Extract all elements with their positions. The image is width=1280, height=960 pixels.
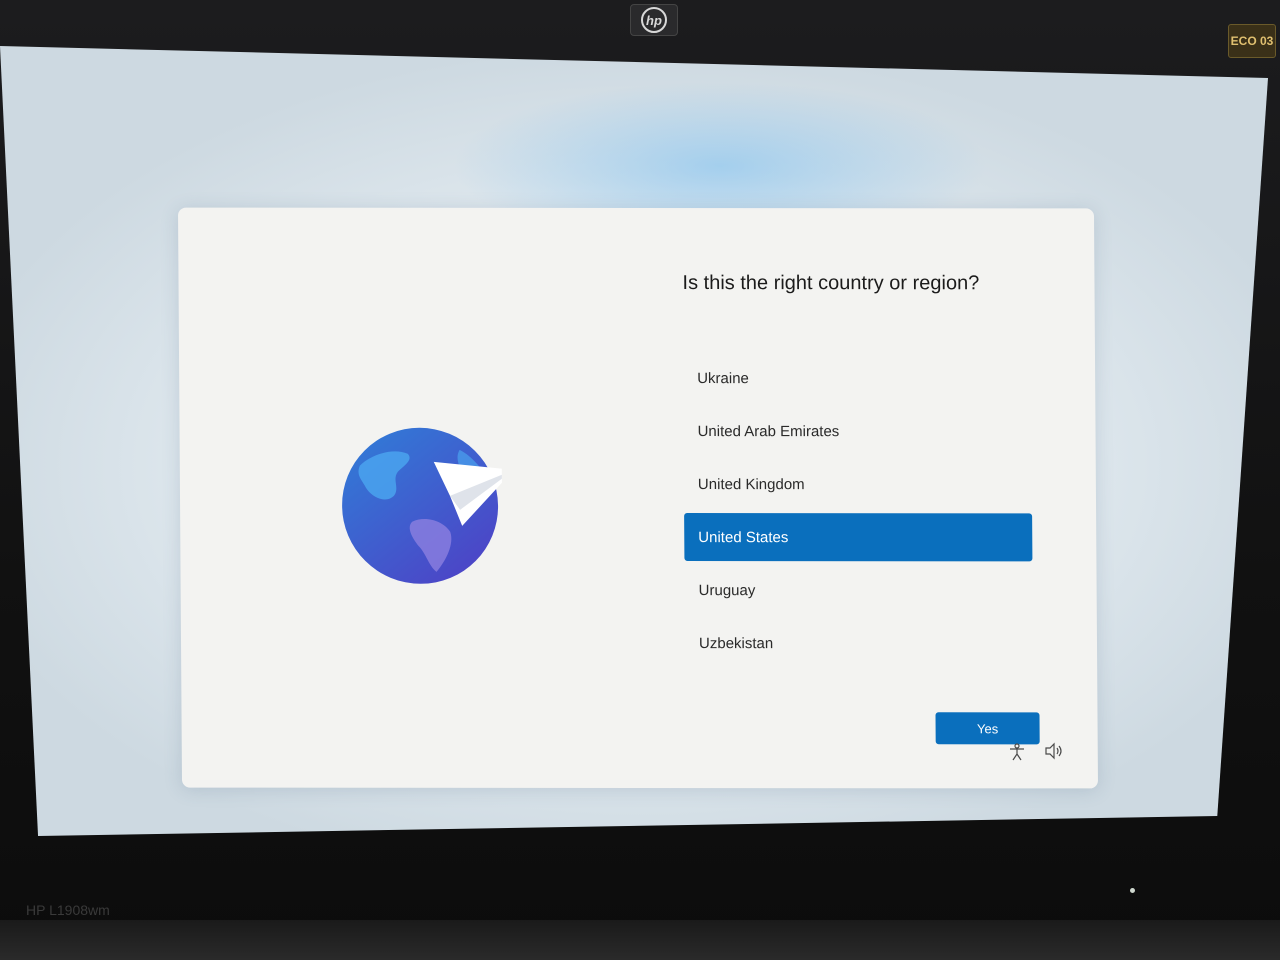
globe-icon bbox=[342, 427, 503, 584]
country-option-selected[interactable]: United States bbox=[684, 513, 1033, 562]
screen: Is this the right country or region? Ukr… bbox=[0, 46, 1268, 836]
country-option[interactable]: United Arab Emirates bbox=[683, 407, 1031, 455]
country-option[interactable]: Uruguay bbox=[684, 566, 1032, 614]
yes-button[interactable]: Yes bbox=[935, 712, 1040, 745]
country-list[interactable]: Ukraine United Arab Emirates United King… bbox=[683, 354, 1033, 672]
monitor-model-label: HP L1908wm bbox=[26, 902, 110, 918]
page-title: Is this the right country or region? bbox=[682, 272, 980, 295]
hp-logo-mark: hp bbox=[641, 7, 667, 33]
volume-icon[interactable] bbox=[1043, 740, 1065, 762]
energy-sticker: ECO 03 bbox=[1228, 24, 1276, 58]
country-option[interactable]: Uzbekistan bbox=[685, 619, 1033, 667]
setup-card: Is this the right country or region? Ukr… bbox=[177, 207, 1099, 789]
accessibility-icon[interactable] bbox=[1006, 741, 1028, 763]
monitor-stand bbox=[0, 920, 1280, 960]
country-option[interactable]: United Kingdom bbox=[684, 460, 1032, 508]
hp-logo: hp bbox=[630, 4, 678, 36]
power-led bbox=[1130, 888, 1135, 893]
country-option[interactable]: Ukraine bbox=[683, 354, 1031, 402]
